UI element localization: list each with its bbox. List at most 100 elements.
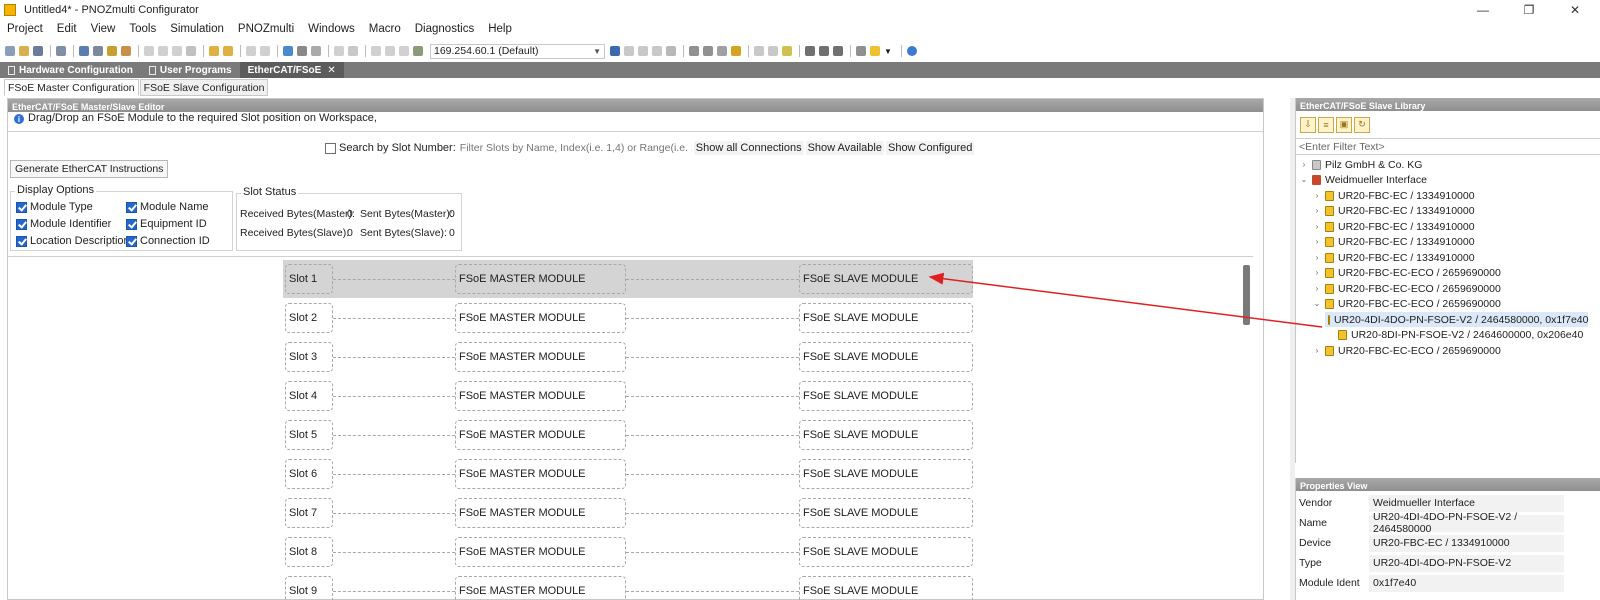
copy-disabled-icon[interactable] [158,46,168,56]
monitor-icon[interactable] [348,46,358,56]
redo-icon[interactable] [223,46,233,56]
tree-node-module[interactable]: UR20-8DI-PN-FSOE-V2 / 2464600000, 0x206e… [1325,327,1583,342]
tree-node-device[interactable]: › UR20-FBC-EC-ECO / 2659690000 [1312,265,1501,280]
gear-icon[interactable] [805,46,815,56]
option-module-name[interactable]: Module Name [126,201,208,213]
search-by-slot-checkbox[interactable] [325,142,336,154]
property-value[interactable]: Weidmueller Interface [1369,494,1564,512]
undo-icon[interactable] [209,46,219,56]
tree-node-device[interactable]: › UR20-FBC-EC / 1334910000 [1312,234,1475,249]
refresh-icon[interactable] [856,46,866,56]
chevron-right-icon[interactable]: › [1312,191,1322,200]
module-name-checkbox[interactable] [126,201,137,213]
key-icon[interactable] [121,46,131,56]
diag-icon[interactable] [638,46,648,56]
user-icon[interactable] [689,46,699,56]
zoom-out-icon[interactable] [260,46,270,56]
property-value[interactable]: 0x1f7e40 [1369,574,1564,592]
chevron-right-icon[interactable]: › [1299,160,1309,169]
close-window-button[interactable]: ✕ [1552,0,1598,19]
reset-icon[interactable] [652,46,662,56]
settings-icon[interactable] [93,46,103,56]
show-configured-button[interactable]: Show Configured [885,141,975,155]
slave-module-box[interactable]: FSoE SLAVE MODULE [799,342,973,372]
chevron-right-icon[interactable]: › [1312,284,1322,293]
option-connection-id[interactable]: Connection ID [126,235,210,247]
slot-row[interactable]: Slot 8 FSoE MASTER MODULE FSoE SLAVE MOD… [283,533,973,571]
option-location-description[interactable]: Location Description [16,235,130,247]
slot-label-box[interactable]: Slot 3 [285,342,333,372]
tree-node-module-selected[interactable]: UR20-4DI-4DO-PN-FSOE-V2 / 2464580000, 0x… [1325,312,1588,327]
report-icon[interactable] [782,46,792,56]
option-module-type[interactable]: Module Type [16,201,93,213]
users-icon[interactable] [703,46,713,56]
module-identifier-checkbox[interactable] [16,218,27,230]
download-icon[interactable] [385,46,395,56]
tab-fsoe-slave-configuration[interactable]: FSoE Slave Configuration [139,79,269,96]
slave-module-box[interactable]: FSoE SLAVE MODULE [799,498,973,528]
slot-row[interactable]: Slot 4 FSoE MASTER MODULE FSoE SLAVE MOD… [283,377,973,415]
chevron-right-icon[interactable]: › [1312,237,1322,246]
slot-row[interactable]: Slot 6 FSoE MASTER MODULE FSoE SLAVE MOD… [283,455,973,493]
arrow-icon[interactable] [311,46,321,56]
menu-pnozmulti[interactable]: PNOZmulti [231,23,301,35]
stop-icon[interactable] [666,46,676,56]
slave-module-box[interactable]: FSoE SLAVE MODULE [799,381,973,411]
tab-fsoe-master-configuration[interactable]: FSoE Master Configuration [4,79,139,96]
property-value[interactable]: UR20-4DI-4DO-PN-FSOE-V2 [1369,554,1564,572]
save-icon[interactable] [33,46,43,56]
show-all-connections-button[interactable]: Show all Connections [693,141,804,155]
cut-icon[interactable] [144,46,154,56]
online-icon[interactable] [371,46,381,56]
delete-icon[interactable] [186,46,196,56]
slave-module-box[interactable]: FSoE SLAVE MODULE [799,537,973,567]
slot-row[interactable]: Slot 7 FSoE MASTER MODULE FSoE SLAVE MOD… [283,494,973,532]
expand-library-icon[interactable]: ≡ [1318,116,1334,133]
print-icon[interactable] [56,46,66,56]
slot-label-box[interactable]: Slot 9 [285,576,333,600]
option-module-identifier[interactable]: Module Identifier [16,218,111,230]
slave-module-box[interactable]: FSoE SLAVE MODULE [799,420,973,450]
slot-label-box[interactable]: Slot 1 [285,264,333,294]
tree-node-device[interactable]: › UR20-FBC-EC-ECO / 2659690000 [1312,343,1501,358]
chevron-right-icon[interactable]: › [1312,206,1322,215]
dropdown-arrow-icon[interactable]: ▼ [884,47,892,56]
tree-node-device[interactable]: › UR20-FBC-EC-ECO / 2659690000 [1312,281,1501,296]
import-library-icon[interactable]: ⇩ [1300,116,1316,133]
device-library-icon[interactable]: ▣ [1336,116,1352,133]
layout-icon[interactable] [297,46,307,56]
refresh-library-icon[interactable]: ↻ [1354,116,1370,133]
star-icon[interactable] [870,46,880,56]
chevron-down-icon[interactable]: ⌄ [1299,175,1309,184]
device-icon[interactable] [731,46,741,56]
help-icon[interactable] [906,46,917,56]
workspace-scrollbar[interactable] [1243,265,1250,325]
library-filter-input[interactable]: <Enter Filter Text> [1296,139,1600,155]
option-equipment-id[interactable]: Equipment ID [126,218,207,230]
tree-node-vendor[interactable]: ⌄ Weidmueller Interface [1299,172,1427,187]
master-module-box[interactable]: FSoE MASTER MODULE [455,459,626,489]
tree-node-device[interactable]: › UR20-FBC-EC / 1334910000 [1312,219,1475,234]
transfer-icon[interactable] [334,46,344,56]
generate-ethercat-instructions-button[interactable]: Generate EtherCAT Instructions [10,160,169,178]
upload-icon[interactable] [399,46,409,56]
menu-edit[interactable]: Edit [50,23,84,35]
menu-help[interactable]: Help [481,23,519,35]
menu-project[interactable]: Project [0,23,50,35]
module-type-checkbox[interactable] [16,201,27,213]
chevron-down-icon[interactable]: ▼ [593,47,604,56]
master-module-box[interactable]: FSoE MASTER MODULE [455,537,626,567]
lock-icon[interactable] [107,46,117,56]
master-module-box[interactable]: FSoE MASTER MODULE [455,342,626,372]
slot-row[interactable]: Slot 9 FSoE MASTER MODULE FSoE SLAVE MOD… [283,572,973,600]
slot-row[interactable]: Slot 2 FSoE MASTER MODULE FSoE SLAVE MOD… [283,299,973,337]
slot-label-box[interactable]: Slot 7 [285,498,333,528]
paste-icon[interactable] [172,46,182,56]
slave-module-box[interactable]: FSoE SLAVE MODULE [799,303,973,333]
slot-row[interactable]: Slot 1 FSoE MASTER MODULE FSoE SLAVE MOD… [283,260,973,298]
menu-view[interactable]: View [84,23,123,35]
slot-row[interactable]: Slot 5 FSoE MASTER MODULE FSoE SLAVE MOD… [283,416,973,454]
maximize-button[interactable]: ❐ [1506,0,1552,19]
slot-workspace[interactable]: Slot 1 FSoE MASTER MODULE FSoE SLAVE MOD… [8,256,1253,600]
tree-node-device[interactable]: › UR20-FBC-EC / 1334910000 [1312,203,1475,218]
